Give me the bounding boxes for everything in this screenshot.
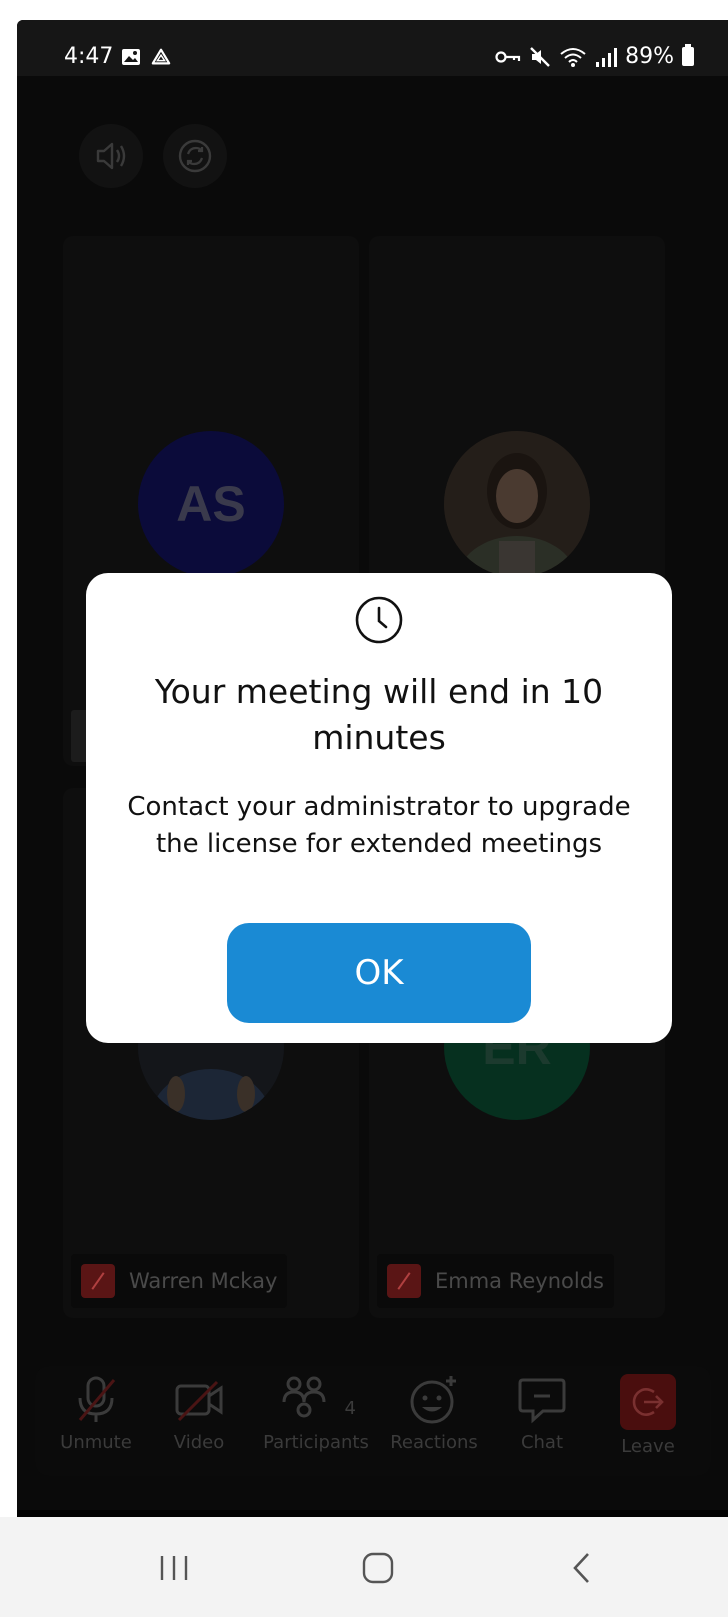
participant-name: Emma Reynolds <box>435 1269 604 1293</box>
dialog-message: Contact your administrator to upgrade th… <box>127 792 631 859</box>
speaker-icon <box>96 142 126 170</box>
switch-camera-button[interactable] <box>163 124 227 188</box>
leave-button[interactable]: Leave <box>598 1374 698 1457</box>
wifi-icon <box>560 47 586 67</box>
participant-name: Warren Mckay <box>129 1269 278 1293</box>
camera-switch-icon <box>178 139 212 173</box>
video-button[interactable]: Video <box>149 1374 249 1453</box>
status-right: 89% <box>495 44 694 69</box>
chat-button[interactable]: Chat <box>492 1374 592 1453</box>
name-tag: Emma Reynolds <box>377 1254 614 1308</box>
status-time: 4:47 <box>64 44 114 69</box>
reactions-icon <box>410 1376 456 1424</box>
chat-icon <box>518 1378 566 1424</box>
reactions-label: Reactions <box>390 1432 478 1453</box>
leave-label: Leave <box>621 1436 675 1457</box>
home-button[interactable] <box>348 1545 408 1591</box>
avatar: AS <box>138 431 284 577</box>
participants-icon <box>282 1376 326 1418</box>
clock-icon <box>355 596 403 644</box>
status-bar: 4:47 89% <box>17 20 728 76</box>
leave-icon <box>632 1388 664 1416</box>
meeting-toolbar: Unmute Video 4 Participants Reactions Ch… <box>35 1366 711 1476</box>
chat-label: Chat <box>520 1432 564 1453</box>
back-button[interactable] <box>552 1545 612 1591</box>
recents-icon <box>160 1556 188 1580</box>
unmute-button[interactable]: Unmute <box>46 1374 146 1453</box>
drive-icon <box>151 48 171 65</box>
dialog-title: Your meeting will end in 10 minutes <box>154 672 604 757</box>
mic-off-icon <box>81 1264 115 1298</box>
home-icon <box>362 1552 394 1584</box>
unmute-label: Unmute <box>60 1432 132 1453</box>
video-label: Video <box>173 1432 225 1453</box>
video-off-icon <box>175 1380 223 1422</box>
mic-off-icon <box>387 1264 421 1298</box>
image-icon <box>122 49 140 65</box>
ok-button[interactable]: OK <box>227 923 531 1023</box>
recents-button[interactable] <box>144 1545 204 1591</box>
leave-icon-box <box>620 1374 676 1430</box>
back-icon <box>573 1553 589 1583</box>
system-nav-bar <box>0 1517 728 1617</box>
signal-icon <box>596 47 618 67</box>
reactions-button[interactable]: Reactions <box>381 1374 487 1453</box>
meeting-end-dialog: Your meeting will end in 10 minutes Cont… <box>86 573 672 1043</box>
battery-icon <box>682 44 694 66</box>
participants-count: 4 <box>344 1398 356 1419</box>
participants-label: Participants <box>263 1432 369 1453</box>
participant-photo <box>444 431 590 577</box>
avatar <box>444 431 590 577</box>
speaker-button[interactable] <box>79 124 143 188</box>
mute-icon <box>530 46 550 67</box>
name-tag: Warren Mckay <box>71 1254 288 1308</box>
avatar-initials: AS <box>176 476 246 532</box>
vpn-key-icon <box>495 50 521 63</box>
participants-button[interactable]: 4 Participants <box>257 1374 375 1453</box>
mic-muted-icon <box>78 1376 116 1422</box>
battery-percent: 89% <box>625 44 674 69</box>
